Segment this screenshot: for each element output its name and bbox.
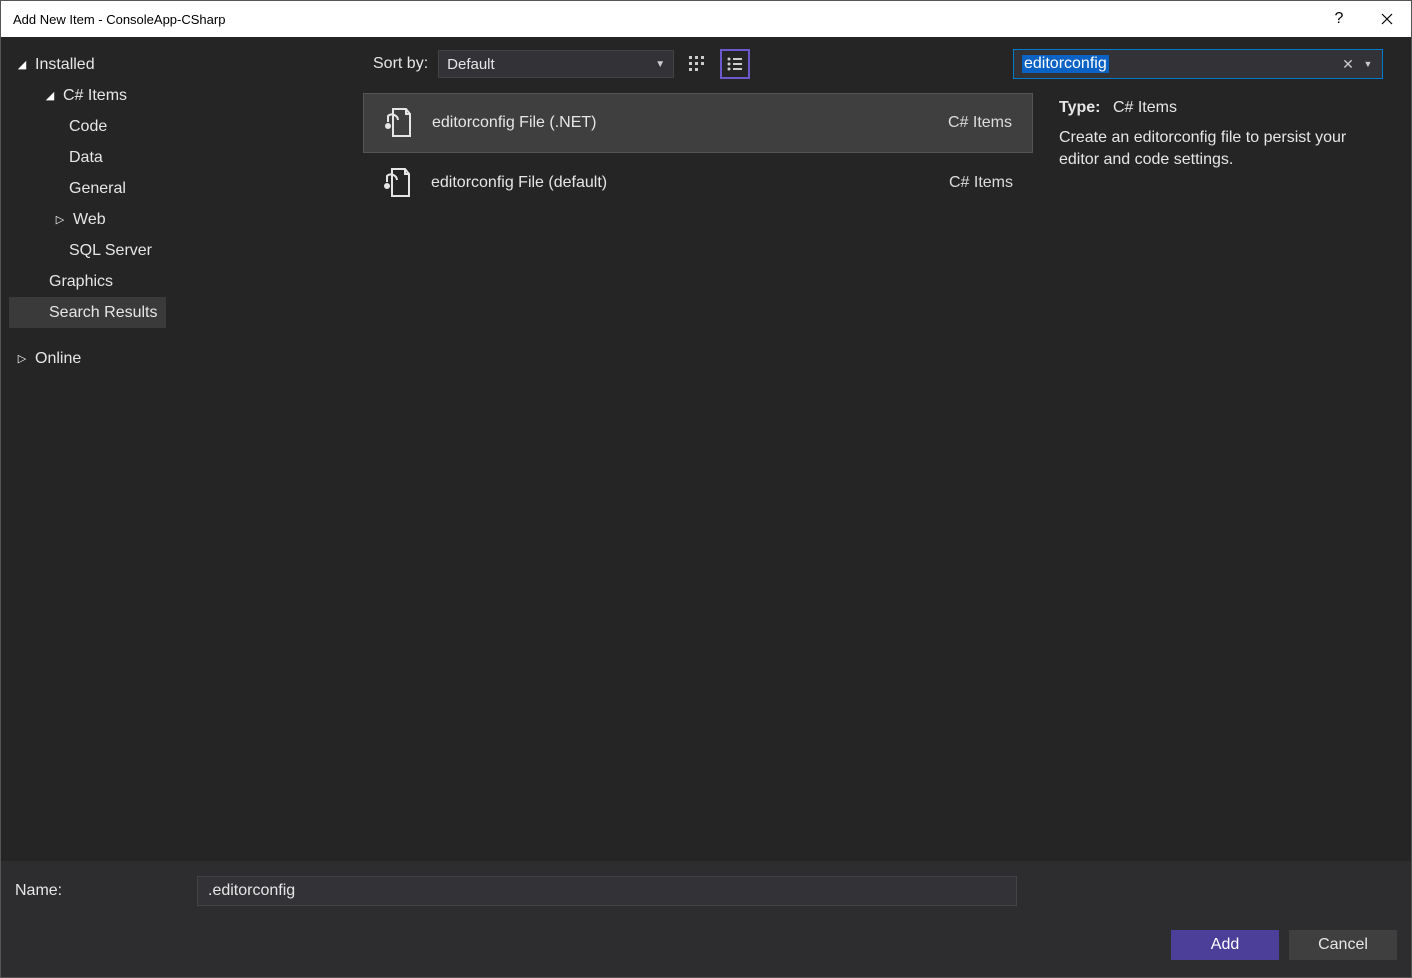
tree-general[interactable]: General — [9, 173, 355, 204]
help-icon: ? — [1335, 10, 1344, 28]
grid-icon — [688, 55, 706, 73]
template-language: C# Items — [948, 114, 1012, 132]
add-button[interactable]: Add — [1171, 930, 1279, 960]
tree-graphics[interactable]: Graphics — [9, 266, 355, 297]
expand-icon: ◢ — [15, 58, 29, 71]
list-icon — [726, 55, 744, 73]
tree-online[interactable]: ▷ Online — [9, 343, 355, 374]
cancel-button[interactable]: Cancel — [1289, 930, 1397, 960]
close-icon: ✕ — [1342, 56, 1354, 73]
client-area: ◢ Installed ◢ C# Items Code Data General — [1, 37, 1411, 977]
name-label: Name: — [15, 882, 197, 900]
template-name: editorconfig File (default) — [431, 174, 949, 192]
close-button[interactable] — [1363, 1, 1411, 37]
collapse-icon: ▷ — [15, 352, 29, 365]
sort-dropdown[interactable]: Default ▼ — [438, 50, 674, 78]
button-row: Add Cancel — [1, 921, 1411, 977]
file-config-icon — [380, 106, 414, 140]
tree-label: Online — [35, 350, 81, 368]
name-input[interactable] — [197, 876, 1017, 906]
type-value: C# Items — [1113, 99, 1177, 116]
help-button[interactable]: ? — [1315, 1, 1363, 37]
clear-search-button[interactable]: ✕ — [1338, 54, 1358, 74]
collapse-icon: ▷ — [53, 213, 67, 226]
tree-installed[interactable]: ◢ Installed — [9, 49, 355, 80]
type-line: Type: C# Items — [1059, 99, 1389, 117]
tree-label: Code — [69, 118, 107, 136]
file-config-icon — [379, 166, 413, 200]
name-row: Name: — [1, 861, 1411, 921]
dialog-window: Add New Item - ConsoleApp-CSharp ? ◢ Ins… — [0, 0, 1412, 978]
details-panel: Type: C# Items Create an editorconfig fi… — [1041, 81, 1411, 861]
template-description: Create an editorconfig file to persist y… — [1059, 127, 1389, 170]
tree-label: Web — [73, 211, 106, 229]
expand-icon: ◢ — [43, 89, 57, 102]
view-list-button[interactable] — [720, 49, 750, 79]
tree-csharp-items[interactable]: ◢ C# Items — [9, 80, 355, 111]
template-row[interactable]: editorconfig File (.NET) C# Items — [363, 93, 1033, 153]
chevron-down-icon: ▼ — [1364, 59, 1373, 69]
tree-label: SQL Server — [69, 242, 152, 260]
tree-data[interactable]: Data — [9, 142, 355, 173]
footer: Name: Add Cancel — [1, 861, 1411, 977]
add-label: Add — [1211, 936, 1239, 954]
search-dropdown-button[interactable]: ▼ — [1358, 54, 1378, 74]
template-list[interactable]: editorconfig File (.NET) C# Items — [363, 93, 1041, 861]
type-label: Type: — [1059, 99, 1100, 116]
tree-label: General — [69, 180, 126, 198]
tree-label: C# Items — [63, 87, 127, 105]
main-area: ◢ Installed ◢ C# Items Code Data General — [1, 37, 1411, 861]
sort-by-label: Sort by: — [373, 55, 428, 73]
tree-sqlserver[interactable]: SQL Server — [9, 235, 355, 266]
search-box[interactable]: editorconfig ✕ ▼ — [1013, 49, 1383, 79]
tree-code[interactable]: Code — [9, 111, 355, 142]
tree-label: Graphics — [49, 273, 113, 291]
cancel-label: Cancel — [1318, 936, 1368, 954]
tree-label: Installed — [35, 56, 95, 74]
category-tree: ◢ Installed ◢ C# Items Code Data General — [1, 37, 363, 861]
search-value: editorconfig — [1022, 55, 1109, 73]
template-language: C# Items — [949, 174, 1013, 192]
tree-search-results[interactable]: Search Results — [9, 297, 166, 328]
tree-label: Data — [69, 149, 103, 167]
center-column: Sort by: Default ▼ — [363, 37, 1411, 861]
tree-label: Search Results — [49, 304, 158, 322]
tree-web[interactable]: ▷ Web — [9, 204, 355, 235]
sort-value: Default — [447, 56, 495, 73]
view-grid-button[interactable] — [682, 49, 712, 79]
chevron-down-icon: ▼ — [655, 59, 665, 70]
template-name: editorconfig File (.NET) — [432, 114, 948, 132]
window-title: Add New Item - ConsoleApp-CSharp — [13, 12, 1315, 27]
template-row[interactable]: editorconfig File (default) C# Items — [363, 153, 1033, 213]
close-icon — [1381, 13, 1393, 25]
titlebar: Add New Item - ConsoleApp-CSharp ? — [1, 1, 1411, 37]
toolbar: Sort by: Default ▼ — [363, 37, 1411, 81]
